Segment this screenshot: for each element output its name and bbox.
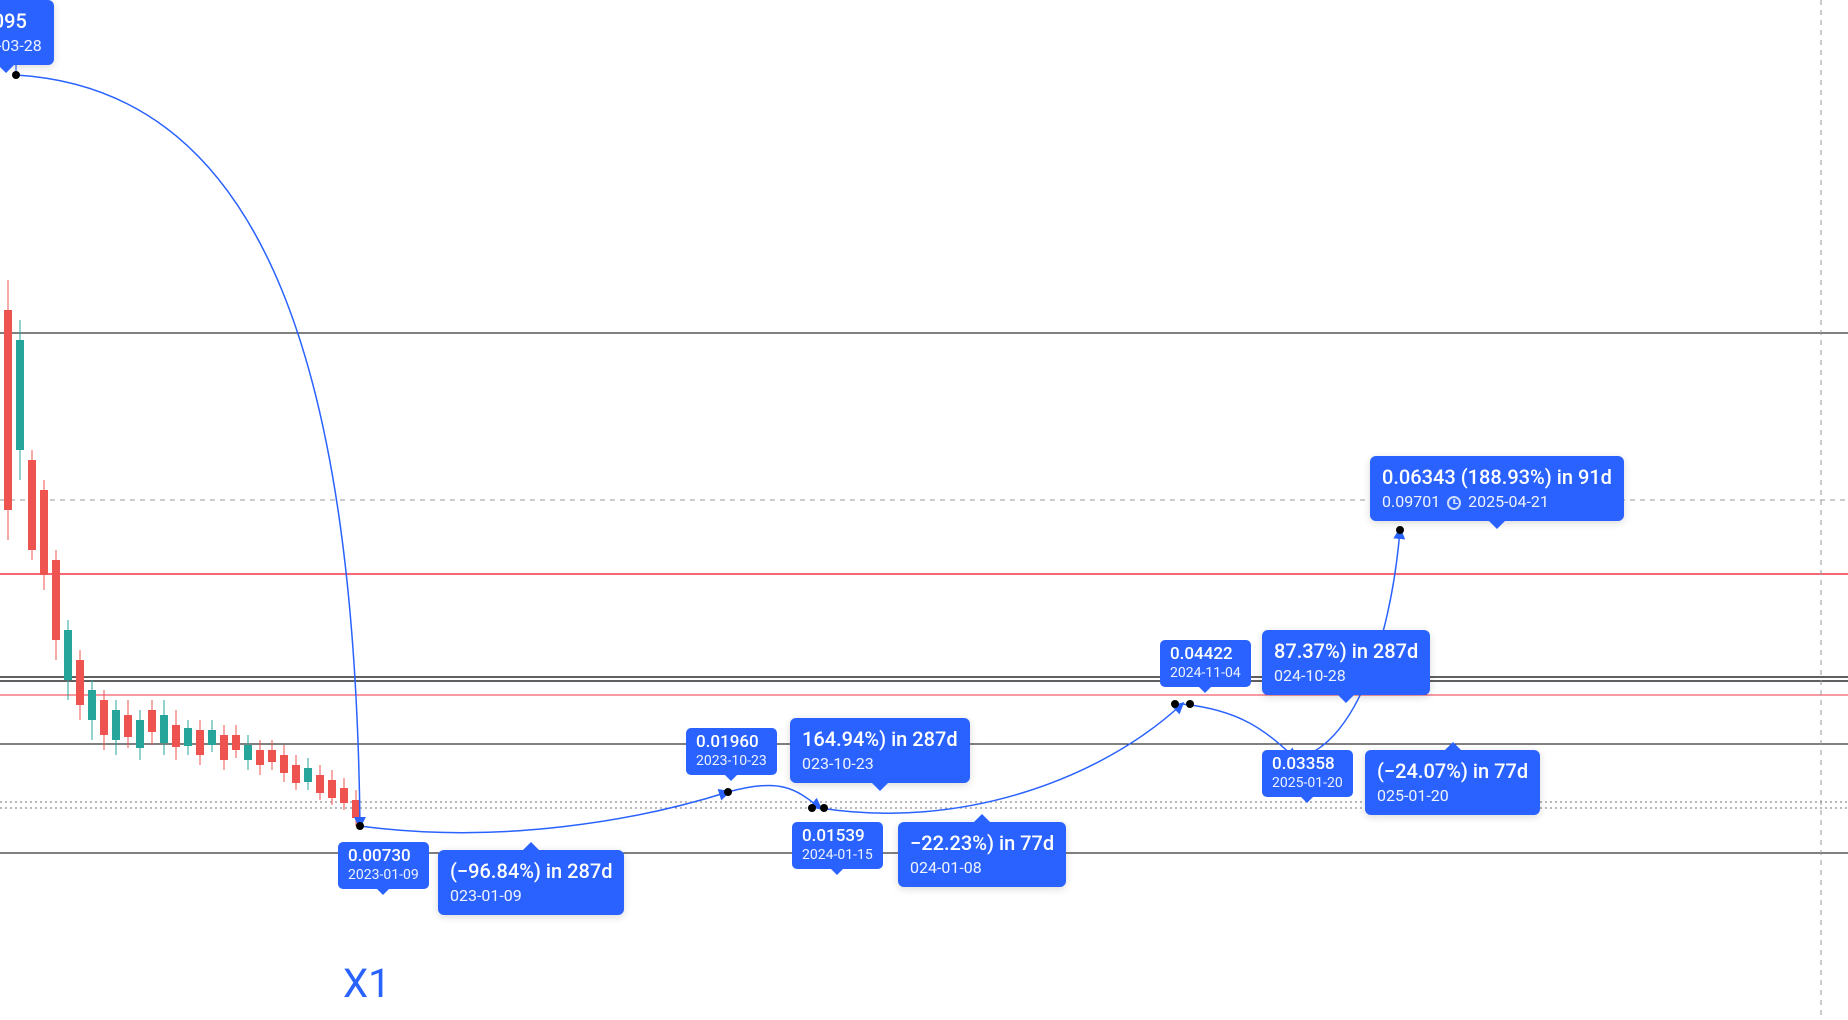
tooltip-start: 23095 022-03-28 xyxy=(0,0,54,65)
swing-arcs xyxy=(16,75,1400,833)
tooltip-peak2: 164.94%) in 287d 023-10-23 xyxy=(790,718,970,783)
tooltip-drop1-price: 0.00730 2023-01-09 xyxy=(338,842,429,889)
tooltip-drop3-price: 0.03358 2025-01-20 xyxy=(1262,750,1353,797)
tooltip-drop2: −22.23%) in 77d 024-01-08 xyxy=(898,822,1066,887)
tooltip-peak3-price: 0.04422 2024-11-04 xyxy=(1160,640,1251,687)
x1-label: X1 xyxy=(343,960,391,1007)
price-chart[interactable]: 23095 022-03-28 0.00730 2023-01-09 (−96.… xyxy=(0,0,1848,1020)
swing-dots xyxy=(12,71,1404,830)
tooltip-drop1: (−96.84%) in 287d 023-01-09 xyxy=(438,850,624,915)
tooltip-final: 0.06343 (188.93%) in 91d 0.09701 2025-04… xyxy=(1370,456,1624,521)
clock-icon xyxy=(1447,496,1461,510)
tooltip-drop2-price: 0.01539 2024-01-15 xyxy=(792,822,883,869)
tooltip-peak3: 87.37%) in 287d 024-10-28 xyxy=(1262,630,1430,695)
tooltip-drop3: (−24.07%) in 77d 025-01-20 xyxy=(1365,750,1540,815)
tooltip-peak2-price: 0.01960 2023-10-23 xyxy=(686,728,777,775)
